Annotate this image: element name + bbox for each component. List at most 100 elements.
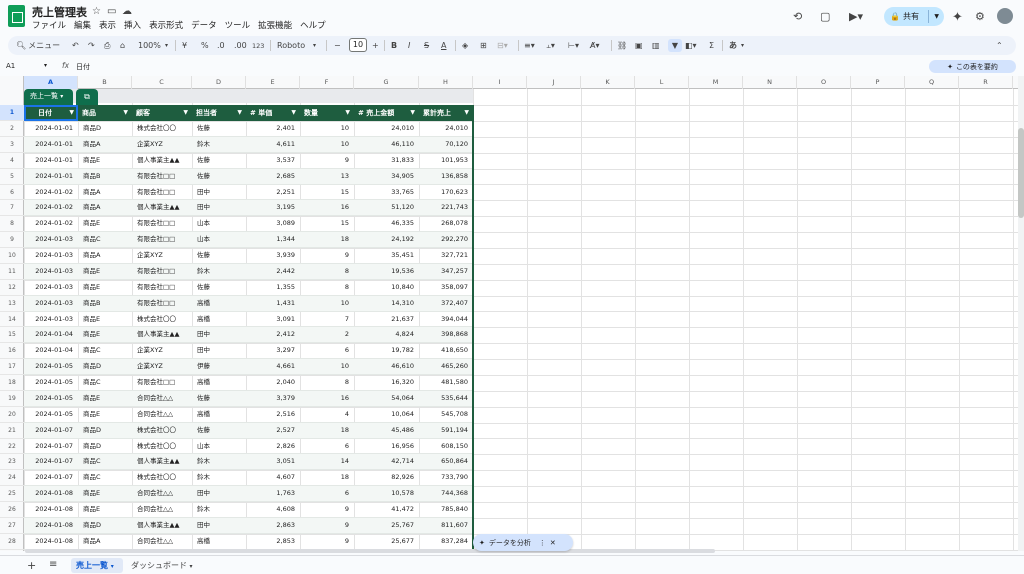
column-header[interactable]: J: [527, 76, 581, 89]
text-wrap-icon[interactable]: ⊢▾: [568, 39, 579, 52]
italic-icon[interactable]: I: [408, 39, 410, 52]
column-header[interactable]: G: [354, 76, 419, 89]
table-cell[interactable]: 2024-01-07: [24, 454, 78, 470]
row-header[interactable]: 19: [0, 391, 24, 407]
table-cell[interactable]: 企業XYZ: [132, 137, 192, 153]
table-row[interactable]: 2024-01-03 商品A 企業XYZ 佐藤 3,939 9 35,451 327,721: [24, 248, 473, 264]
table-cell[interactable]: 商品E: [78, 216, 132, 232]
table-cell[interactable]: 2,251: [246, 185, 300, 201]
row-header[interactable]: 23: [0, 454, 24, 471]
table-cell[interactable]: 8: [300, 375, 354, 391]
row-header[interactable]: 26: [0, 502, 24, 518]
table-cell[interactable]: 733,790: [419, 470, 473, 486]
table-cell[interactable]: 372,407: [419, 296, 473, 312]
font-size-input[interactable]: 10: [349, 38, 367, 52]
table-cell[interactable]: 田中: [192, 518, 246, 534]
zoom-select[interactable]: 100%: [138, 39, 161, 52]
table-row[interactable]: 2024-01-01 商品D 株式会社〇〇 佐藤 2,401 10 24,010 24,010: [24, 121, 473, 137]
table-cell[interactable]: 545,708: [419, 407, 473, 423]
folder-icon[interactable]: ▭: [107, 6, 116, 17]
table-cell[interactable]: 3,297: [246, 343, 300, 359]
table-cell[interactable]: 18: [300, 470, 354, 486]
menu-view[interactable]: 表示: [99, 19, 116, 31]
table-row[interactable]: 2024-01-05 商品E 合同会社△△ 佐藤 3,379 16 54,064 535,64…: [24, 390, 473, 407]
table-cell[interactable]: 商品B: [78, 169, 132, 185]
table-cell[interactable]: 商品C: [78, 343, 132, 359]
summarize-table-button[interactable]: ✦ この表を要約: [929, 60, 1016, 73]
filter-dropdown-icon[interactable]: ▼: [345, 105, 350, 121]
table-cell[interactable]: 鈴木: [192, 470, 246, 486]
table-menu-icon[interactable]: ⧉: [76, 89, 98, 105]
table-cell[interactable]: 2024-01-07: [24, 439, 78, 455]
table-cell[interactable]: 13: [300, 169, 354, 185]
menu-search[interactable]: 🔍︎ メニュー: [16, 39, 60, 52]
row-header[interactable]: 4: [0, 153, 24, 169]
column-header[interactable]: N: [743, 76, 797, 89]
table-cell[interactable]: 2024-01-05: [24, 359, 78, 375]
table-row[interactable]: 2024-01-02 商品A 個人事業主▲▲ 田中 3,195 16 51,120 221,7…: [24, 200, 473, 217]
sheets-logo[interactable]: [8, 5, 25, 27]
table-cell[interactable]: 2024-01-08: [24, 518, 78, 534]
table-cell[interactable]: 3,089: [246, 216, 300, 232]
table-row[interactable]: 2024-01-07 商品D 株式会社〇〇 山本 2,826 6 16,956 608,150: [24, 439, 473, 455]
table-cell[interactable]: 2024-01-04: [24, 327, 78, 343]
table-cell[interactable]: 田中: [192, 200, 246, 216]
table-cell[interactable]: 商品E: [78, 280, 132, 296]
column-header[interactable]: Q: [905, 76, 959, 89]
table-row[interactable]: 2024-01-02 商品E 有限会社□□ 山本 3,089 15 46,335 268,07…: [24, 216, 473, 233]
table-cell[interactable]: 24,010: [419, 121, 473, 137]
column-header[interactable]: I: [473, 76, 527, 89]
table-cell[interactable]: 商品C: [78, 454, 132, 470]
table-cell[interactable]: 327,721: [419, 248, 473, 264]
table-cell[interactable]: 佐藤: [192, 153, 246, 169]
column-header[interactable]: B: [78, 76, 132, 89]
column-header[interactable]: P: [851, 76, 905, 89]
table-cell[interactable]: 2024-01-03: [24, 296, 78, 312]
table-cell[interactable]: 佐藤: [192, 423, 246, 439]
table-cell[interactable]: 佐藤: [192, 248, 246, 264]
row-header[interactable]: 13: [0, 296, 24, 312]
row-header[interactable]: 3: [0, 137, 24, 153]
table-cell[interactable]: 42,714: [354, 454, 419, 470]
select-all-corner[interactable]: [0, 76, 24, 89]
row-header[interactable]: 6: [0, 185, 24, 201]
table-cell[interactable]: 2024-01-02: [24, 200, 78, 216]
table-cell[interactable]: 商品C: [78, 375, 132, 391]
currency-format-button[interactable]: ¥: [182, 39, 187, 52]
comment-icon[interactable]: ▢: [820, 10, 830, 23]
table-cell[interactable]: 9: [300, 534, 354, 550]
functions-icon[interactable]: Σ: [709, 39, 714, 52]
table-cell[interactable]: 4,824: [354, 327, 419, 343]
table-row[interactable]: 2024-01-03 商品B 有限会社□□ 高橋 1,431 10 14,310 372,40…: [24, 295, 473, 312]
table-cell[interactable]: 田中: [192, 343, 246, 359]
table-cell[interactable]: 商品E: [78, 486, 132, 502]
table-cell[interactable]: 9: [300, 153, 354, 169]
table-column-header[interactable]: 累計売上 ▼: [419, 105, 473, 121]
table-cell[interactable]: 2: [300, 327, 354, 343]
row-header[interactable]: 8: [0, 216, 24, 233]
table-cell[interactable]: 4,608: [246, 502, 300, 518]
link-icon[interactable]: ⛓: [617, 39, 627, 52]
cloud-icon[interactable]: ☁: [122, 6, 132, 17]
table-cell[interactable]: 有限会社□□: [132, 296, 192, 312]
column-header[interactable]: L: [635, 76, 689, 89]
column-header[interactable]: E: [246, 76, 300, 89]
table-row[interactable]: 2024-01-07 商品C 株式会社〇〇 鈴木 4,607 18 82,926 733,79…: [24, 470, 473, 487]
table-cell[interactable]: 田中: [192, 327, 246, 343]
table-cell[interactable]: 2024-01-03: [24, 248, 78, 264]
table-cell[interactable]: 2024-01-01: [24, 121, 78, 137]
column-header[interactable]: F: [300, 76, 354, 89]
table-cell[interactable]: 2,863: [246, 518, 300, 534]
row-header[interactable]: 5: [0, 169, 24, 185]
table-cell[interactable]: 394,044: [419, 312, 473, 328]
table-cell[interactable]: 4: [300, 407, 354, 423]
redo-icon[interactable]: ↷: [88, 39, 95, 52]
table-cell[interactable]: 31,833: [354, 153, 419, 169]
table-cell[interactable]: 34,905: [354, 169, 419, 185]
filter-views-icon[interactable]: ◧▾: [685, 39, 697, 52]
table-cell[interactable]: 合同会社△△: [132, 534, 192, 550]
chevron-down-icon[interactable]: ▾: [44, 62, 47, 69]
table-cell[interactable]: 10,578: [354, 486, 419, 502]
row-header[interactable]: 7: [0, 200, 24, 217]
row-header[interactable]: 18: [0, 375, 24, 391]
